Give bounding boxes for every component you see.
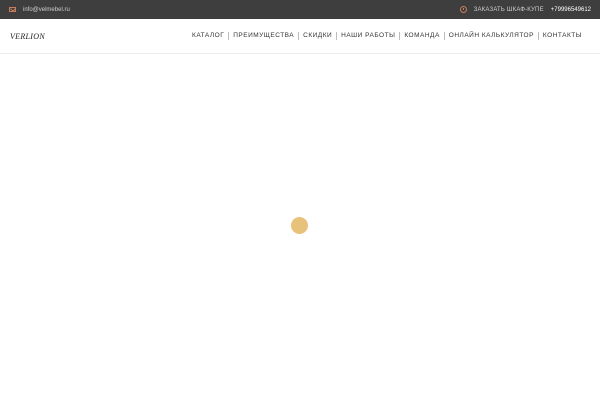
nav-item-online-calculator[interactable]: ОНЛАЙН КАЛЬКУЛЯТОР [443,32,538,40]
main-nav: КАТАЛОГ ПРЕИМУЩЕСТВА СКИДКИ НАШИ РАБОТЫ … [188,32,586,40]
topbar-contact: info@velmebel.ru [9,7,70,13]
order-wardrobe-link[interactable]: ЗАКАЗАТЬ ШКАФ-КУПЕ [474,7,544,13]
nav-item-catalog[interactable]: КАТАЛОГ [188,32,228,40]
email-link[interactable]: info@velmebel.ru [23,7,70,13]
nav-item-discounts[interactable]: СКИДКИ [298,32,336,40]
nav-item-team[interactable]: КОМАНДА [399,32,443,40]
nav-item-advantages[interactable]: ПРЕИМУЩЕСТВА [228,32,298,40]
site-logo[interactable]: VERLION [10,32,45,41]
phone-link[interactable]: +79996549612 [551,7,591,13]
top-info-bar: info@velmebel.ru ЗАКАЗАТЬ ШКАФ-КУПЕ +799… [0,0,600,19]
topbar-order: ЗАКАЗАТЬ ШКАФ-КУПЕ +79996549612 [459,6,591,13]
main-navbar: VERLION КАТАЛОГ ПРЕИМУЩЕСТВА СКИДКИ НАШИ… [0,19,600,54]
nav-item-our-works[interactable]: НАШИ РАБОТЫ [336,32,399,40]
clock-icon [459,6,467,13]
mail-icon [9,7,16,12]
loading-spinner [291,217,308,234]
nav-item-contacts[interactable]: КОНТАКТЫ [537,32,586,40]
